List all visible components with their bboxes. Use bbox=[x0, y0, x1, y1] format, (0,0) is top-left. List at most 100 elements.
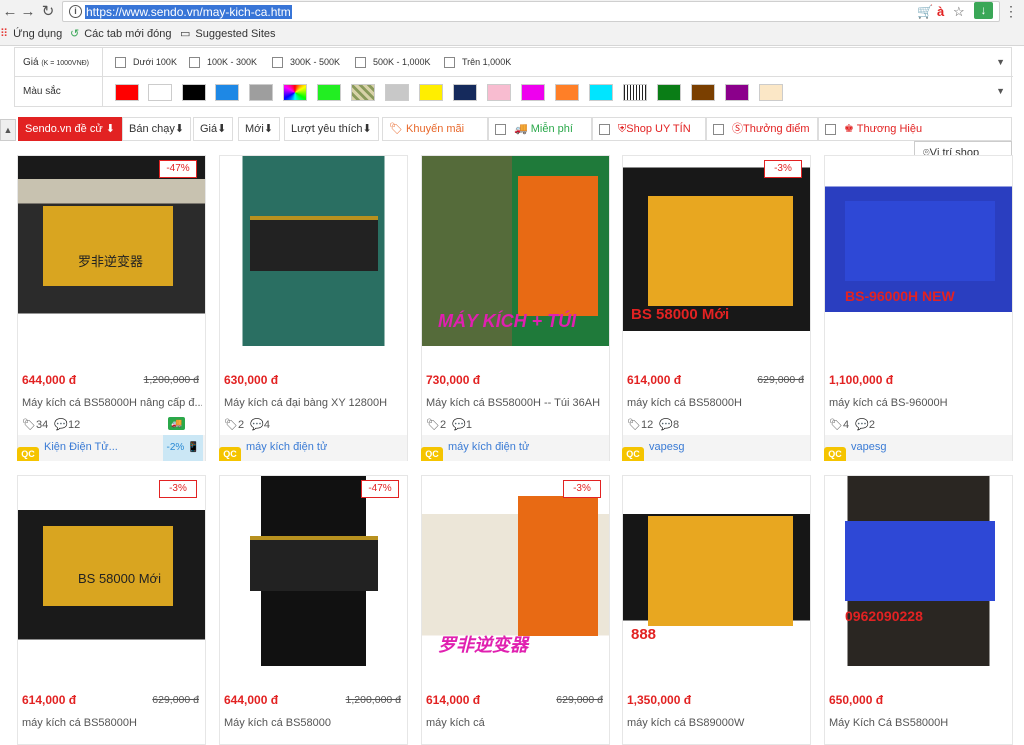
sort-newest[interactable]: Mới⬇ bbox=[238, 117, 281, 141]
price-option[interactable]: 300K - 500K bbox=[272, 56, 340, 69]
product-image[interactable]: 888 bbox=[623, 476, 810, 666]
cart-extension-icon[interactable]: 🛒 bbox=[917, 4, 933, 20]
points-filter[interactable]: ⓈThưởng điểm bbox=[706, 117, 818, 141]
truck-icon: 🚚 bbox=[514, 123, 528, 135]
free-ship-filter[interactable]: 🚚 Miễn phí bbox=[488, 117, 592, 141]
product-name[interactable]: Máy kích cá đại bàng XY 12800H bbox=[224, 397, 404, 409]
product-card[interactable]: 罗非逆变器 -47% 644,000 đ 1,200,000 đ Máy kích c… bbox=[17, 155, 206, 461]
color-swatch[interactable] bbox=[691, 84, 715, 101]
product-image[interactable]: BS-96000H NEW bbox=[825, 156, 1012, 346]
product-name[interactable]: máy kích cá BS58000H bbox=[627, 397, 807, 409]
color-swatch[interactable] bbox=[623, 84, 647, 101]
color-swatch[interactable] bbox=[419, 84, 443, 101]
sort-bestseller[interactable]: Bán chạy⬇ bbox=[122, 117, 192, 141]
product-name[interactable]: máy kích cá BS89000W bbox=[627, 717, 807, 729]
shop-name[interactable]: máy kích điện tử bbox=[448, 441, 529, 453]
color-swatch[interactable] bbox=[317, 84, 341, 101]
color-swatch[interactable] bbox=[182, 84, 206, 101]
uy-tin-filter[interactable]: ⛨Shop UY TÍN bbox=[592, 117, 706, 141]
reload-icon[interactable]: ↻ bbox=[38, 3, 58, 21]
product-name[interactable]: máy kích cá BS-96000H bbox=[829, 397, 1009, 409]
shop-bar[interactable]: QC Kiện Điện Tử... -2% 📱 bbox=[17, 435, 205, 461]
product-image[interactable]: BS 58000 Mới bbox=[623, 156, 810, 346]
color-swatch[interactable] bbox=[249, 84, 273, 101]
color-swatch[interactable] bbox=[115, 84, 139, 101]
color-swatch[interactable] bbox=[215, 84, 239, 101]
product-name[interactable]: máy kích cá BS58000H bbox=[22, 717, 202, 729]
info-icon[interactable]: i bbox=[69, 5, 82, 18]
color-swatch[interactable] bbox=[148, 84, 172, 101]
product-card[interactable]: BS 58000 Mới -3% 614,000 đ 629,000 đ máy kí… bbox=[17, 475, 206, 745]
price-option[interactable]: Trên 1,000K bbox=[444, 56, 511, 69]
bookmark-suggested[interactable]: ▭ Suggested Sites bbox=[180, 27, 276, 41]
product-image[interactable] bbox=[220, 476, 407, 666]
shop-bar[interactable]: QC vapesg bbox=[622, 435, 810, 461]
shop-name[interactable]: máy kích điện tử bbox=[246, 441, 327, 453]
product-name[interactable]: Máy Kích Cá BS58000H bbox=[829, 717, 1009, 729]
sort-recommended[interactable]: Sendo.vn đề cử ⬇ bbox=[18, 117, 122, 141]
price-option[interactable]: Dưới 100K bbox=[115, 56, 177, 69]
color-swatch[interactable] bbox=[351, 84, 375, 101]
shop-name[interactable]: Kiện Điện Tử... bbox=[44, 441, 118, 453]
product-image[interactable]: 罗非逆变器 bbox=[18, 156, 205, 346]
product-name[interactable]: máy kích cá bbox=[426, 717, 606, 729]
address-bar[interactable]: i https://www.sendo.vn/may-kich-ca.htm 🛒… bbox=[62, 1, 1000, 22]
sort-price[interactable]: Giá⬇ bbox=[193, 117, 234, 141]
price-option[interactable]: 500K - 1,000K bbox=[355, 56, 431, 69]
color-swatch[interactable] bbox=[521, 84, 545, 101]
url-text[interactable]: https://www.sendo.vn/may-kich-ca.htm bbox=[85, 5, 292, 19]
sort-favorites[interactable]: Lượt yêu thích⬇ bbox=[284, 117, 379, 141]
color-swatch[interactable] bbox=[725, 84, 749, 101]
color-swatch[interactable] bbox=[283, 84, 307, 101]
color-swatch[interactable] bbox=[657, 84, 681, 101]
back-icon[interactable]: ← bbox=[0, 3, 20, 21]
product-card[interactable]: 630,000 đ Máy kích cá đại bàng XY 12800H 🏷… bbox=[219, 155, 408, 461]
bookmark-apps[interactable]: ⠿ Ứng dụng bbox=[0, 27, 62, 41]
product-card[interactable]: MÁY KÍCH + TÚI 730,000 đ Máy kích cá BS58… bbox=[421, 155, 610, 461]
product-old-price: 629,000 đ bbox=[556, 694, 603, 706]
product-image[interactable]: 0962090228 bbox=[825, 476, 1012, 666]
expand-color-icon[interactable]: ▼ bbox=[996, 86, 1005, 96]
brand-filter[interactable]: ♚ Thương Hiệu bbox=[818, 117, 1012, 141]
product-device-shape bbox=[518, 496, 598, 636]
product-name[interactable]: Máy kích cá BS58000H -- Túi 36AH bbox=[426, 397, 606, 409]
shop-bar[interactable]: QC máy kích điện tử bbox=[421, 435, 609, 461]
product-price: 644,000 đ bbox=[22, 373, 77, 387]
shop-name[interactable]: vapesg bbox=[649, 441, 684, 453]
shop-bar[interactable]: QC máy kích điện tử bbox=[219, 435, 407, 461]
phone-icon: 📱 bbox=[187, 442, 200, 453]
forward-icon[interactable]: → bbox=[18, 3, 38, 21]
collapse-icon[interactable]: ▲ bbox=[0, 119, 16, 141]
star-icon[interactable]: ☆ bbox=[953, 4, 965, 20]
product-image[interactable]: BS 58000 Mới bbox=[18, 476, 205, 666]
menu-icon[interactable]: ⋮ bbox=[1004, 3, 1018, 20]
product-image-text: 罗非逆变器 bbox=[78, 254, 144, 269]
product-image[interactable] bbox=[220, 156, 407, 346]
shop-bar[interactable]: QC vapesg bbox=[824, 435, 1012, 461]
color-swatch[interactable] bbox=[759, 84, 783, 101]
product-card[interactable]: -47% 644,000 đ 1,200,000 đ Máy kích cá BS58… bbox=[219, 475, 408, 745]
bookmark-recent-tabs[interactable]: ↺ Các tab mới đóng bbox=[70, 27, 172, 41]
color-swatch[interactable] bbox=[385, 84, 409, 101]
download-icon[interactable]: ↓ bbox=[974, 2, 993, 19]
translate-icon[interactable]: à bbox=[937, 4, 944, 20]
product-image[interactable]: 罗非逆变器 bbox=[422, 476, 609, 666]
color-swatch[interactable] bbox=[555, 84, 579, 101]
product-card[interactable]: 888 1,350,000 đ máy kích cá BS89000W bbox=[622, 475, 811, 745]
price-filter-row: Giá (K = 1000VNĐ) Dưới 100K 100K - 300K … bbox=[15, 48, 1013, 77]
shop-name[interactable]: vapesg bbox=[851, 441, 886, 453]
color-swatch[interactable] bbox=[589, 84, 613, 101]
product-name[interactable]: Máy kích cá BS58000H nâng cấp đ... bbox=[22, 397, 202, 409]
product-card[interactable]: BS 58000 Mới -3% 614,000 đ 629,000 đ máy kí… bbox=[622, 155, 811, 461]
color-swatch[interactable] bbox=[487, 84, 511, 101]
product-image[interactable]: MÁY KÍCH + TÚI bbox=[422, 156, 609, 346]
expand-price-icon[interactable]: ▼ bbox=[996, 57, 1005, 67]
comment-icon: 💬 bbox=[855, 419, 869, 431]
price-option[interactable]: 100K - 300K bbox=[189, 56, 257, 69]
product-card[interactable]: 0962090228 650,000 đ Máy Kích Cá BS58000H bbox=[824, 475, 1013, 745]
product-name[interactable]: Máy kích cá BS58000 bbox=[224, 717, 404, 729]
promo-filter[interactable]: 🏷 Khuyến mãi bbox=[382, 117, 488, 141]
color-swatch[interactable] bbox=[453, 84, 477, 101]
product-card[interactable]: BS-96000H NEW 1,100,000 đ máy kích cá BS-… bbox=[824, 155, 1013, 461]
product-card[interactable]: 罗非逆变器 -3% 614,000 đ 629,000 đ máy kích cá bbox=[421, 475, 610, 745]
